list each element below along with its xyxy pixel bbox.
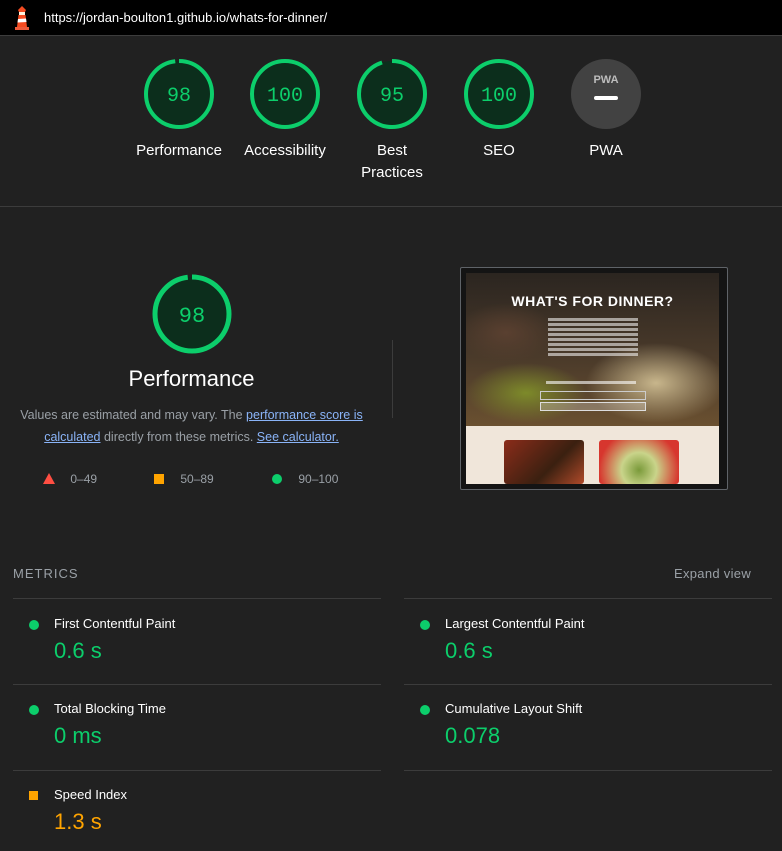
performance-score: 98: [178, 304, 204, 329]
desc-text: directly from these metrics.: [100, 430, 257, 444]
metric-divider: [13, 684, 381, 685]
metric-value: 1.3 s: [54, 809, 102, 834]
top-bar: https://jordan-boulton1.github.io/whats-…: [0, 0, 782, 36]
metric-divider: [404, 598, 772, 599]
pwa-badge-icon: PWA: [571, 59, 641, 129]
gauge-ring: 98: [144, 59, 214, 129]
gauge-label: PWA: [589, 142, 623, 159]
performance-gauge: 98: [152, 274, 231, 354]
gauge-seo[interactable]: 100 SEO: [444, 58, 554, 162]
screenshot-title: WHAT'S FOR DINNER?: [511, 293, 674, 309]
pass-circle-icon: [420, 705, 430, 715]
performance-title: Performance: [128, 366, 255, 391]
gauge-label-line: Practices: [361, 164, 423, 181]
legend-range: 0–49: [70, 472, 98, 486]
square-icon: [154, 474, 164, 484]
metric-value: 0.6 s: [54, 638, 102, 663]
metric-value: 0.6 s: [445, 638, 493, 663]
final-screenshot[interactable]: WHAT'S FOR DINNER?: [460, 267, 728, 490]
metric-divider: [13, 770, 381, 771]
screenshot-card-image: [599, 440, 679, 484]
metric-value: 0.078: [445, 723, 501, 748]
metric-first-contentful-paint: First Contentful Paint 0.6 s: [12, 610, 372, 680]
average-square-icon: [29, 791, 38, 800]
gauge-score: 100: [481, 85, 517, 108]
metric-divider: [13, 598, 381, 599]
screenshot-input: [540, 391, 646, 400]
circle-icon: [272, 474, 282, 484]
metric-name: Cumulative Layout Shift: [445, 701, 583, 716]
legend-average: 50–89: [154, 472, 214, 486]
gauge-label-line: Best: [376, 142, 407, 159]
screenshot-label: [546, 381, 636, 384]
performance-description: Values are estimated and may vary. The p…: [14, 404, 369, 448]
metric-total-blocking-time: Total Blocking Time 0 ms: [12, 695, 372, 765]
see-calculator-link[interactable]: See calculator.: [257, 430, 339, 444]
gauge-score: 98: [167, 85, 191, 108]
metric-name: Largest Contentful Paint: [445, 616, 585, 631]
metric-cumulative-layout-shift: Cumulative Layout Shift 0.078: [403, 695, 763, 765]
legend-range: 50–89: [180, 472, 214, 486]
pass-circle-icon: [29, 705, 39, 715]
vertical-separator: [392, 340, 393, 418]
legend-fail: 0–49: [43, 472, 97, 486]
metric-speed-index: Speed Index 1.3 s: [12, 781, 372, 851]
legend-pass: 90–100: [272, 472, 338, 486]
metric-name: Speed Index: [54, 787, 128, 802]
triangle-icon: [43, 473, 55, 484]
gauge-accessibility[interactable]: 100 Accessibility: [230, 58, 340, 162]
screenshot-card-image: [504, 440, 584, 484]
gauge-score: 100: [267, 85, 303, 108]
metric-value: 0 ms: [54, 723, 102, 748]
section-divider: [0, 206, 782, 207]
gauge-label: Best Practices: [337, 140, 447, 184]
metric-divider: [404, 770, 772, 771]
gauge-best-practices[interactable]: 95 Best Practices: [337, 58, 447, 184]
gauge-ring: 100: [464, 59, 534, 129]
category-scores: 98 Performance 100 Accessibility 95 Best…: [0, 58, 782, 198]
gauge-score: 95: [380, 85, 404, 108]
screenshot-button: [540, 402, 646, 411]
metric-name: Total Blocking Time: [54, 701, 166, 716]
gauge-label: SEO: [483, 142, 515, 159]
metric-divider: [404, 684, 772, 685]
pass-circle-icon: [29, 620, 39, 630]
lighthouse-logo-icon: [15, 6, 29, 30]
screenshot-cards-area: [466, 426, 719, 484]
performance-summary: 98 Performance Values are estimated and …: [0, 270, 383, 448]
gauge-pwa[interactable]: PWA PWA: [551, 58, 661, 162]
metric-name: First Contentful Paint: [54, 616, 176, 631]
screenshot-hero-image: WHAT'S FOR DINNER?: [466, 273, 719, 426]
metrics-header: METRICS: [13, 566, 79, 581]
pass-circle-icon: [420, 620, 430, 630]
gauge-label: Performance: [136, 142, 222, 159]
gauge-label: Accessibility: [244, 142, 326, 159]
metric-largest-contentful-paint: Largest Contentful Paint 0.6 s: [403, 610, 763, 680]
score-legend: 0–49 50–89 90–100: [0, 470, 383, 490]
screenshot-paragraph: [548, 318, 638, 358]
gauge-ring: 100: [250, 59, 320, 129]
page-url[interactable]: https://jordan-boulton1.github.io/whats-…: [44, 10, 327, 25]
legend-range: 90–100: [298, 472, 339, 486]
pwa-badge-text: PWA: [593, 74, 618, 86]
desc-text: Values are estimated and may vary. The: [20, 408, 247, 422]
expand-view-toggle[interactable]: Expand view: [674, 566, 751, 581]
gauge-performance[interactable]: 98 Performance: [124, 58, 234, 162]
gauge-ring: 95: [357, 59, 427, 129]
